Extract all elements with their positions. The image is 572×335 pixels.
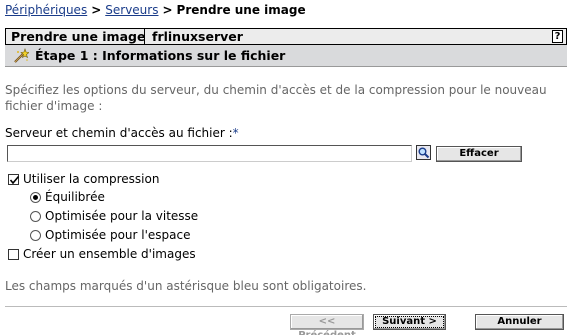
breadcrumb-separator: > [162, 3, 173, 17]
image-set-label: Créer un ensemble d'images [23, 247, 196, 261]
radio-label-vitesse: Optimisée pour la vitesse [45, 209, 199, 223]
step-title: Étape 1 : Informations sur le fichier [35, 48, 286, 63]
browse-search-icon[interactable] [416, 145, 431, 160]
checkmark-icon [9, 175, 20, 185]
radio-selected-dot [33, 195, 38, 200]
title-bar: Prendre une image frlinuxserver ? [5, 28, 567, 45]
path-field-label-text: Serveur et chemin d'accès au fichier : [5, 126, 233, 140]
path-field-label: Serveur et chemin d'accès au fichier :* [5, 126, 239, 140]
required-fields-note: Les champs marqués d'un astérisque bleu … [5, 279, 367, 293]
breadcrumb-link-serveurs[interactable]: Serveurs [105, 3, 158, 17]
title-divider [144, 29, 145, 44]
radio-label-equilibree: Équilibrée [45, 190, 105, 204]
radio-equilibree[interactable] [30, 192, 41, 203]
server-path-input[interactable] [7, 145, 412, 162]
image-set-checkbox[interactable] [8, 249, 19, 260]
radio-label-espace: Optimisée pour l'espace [45, 228, 191, 242]
clear-button[interactable]: Effacer [436, 146, 522, 162]
next-button[interactable]: Suivant > [373, 314, 446, 330]
help-button[interactable]: ? [552, 30, 563, 43]
instructions-text: Spécifiez les options du serveur, du che… [5, 83, 547, 113]
step-header: Étape 1 : Informations sur le fichier [5, 45, 567, 67]
compression-label: Utiliser la compression [23, 172, 160, 186]
breadcrumb: Périphériques > Serveurs > Prendre une image [5, 3, 306, 17]
footer-divider [5, 306, 567, 307]
breadcrumb-current: Prendre une image [176, 3, 306, 17]
radio-espace[interactable] [30, 230, 41, 241]
previous-button[interactable]: << Précédent [290, 314, 364, 335]
breadcrumb-link-peripheriques[interactable]: Périphériques [5, 3, 87, 17]
compression-checkbox[interactable] [8, 174, 20, 185]
cancel-button[interactable]: Annuler [475, 314, 564, 330]
required-asterisk: * [232, 126, 239, 140]
page-title: Prendre une image [11, 29, 146, 44]
server-name: frlinuxserver [152, 29, 243, 44]
breadcrumb-separator: > [91, 3, 102, 17]
wand-icon [13, 48, 30, 64]
radio-vitesse[interactable] [30, 211, 41, 222]
